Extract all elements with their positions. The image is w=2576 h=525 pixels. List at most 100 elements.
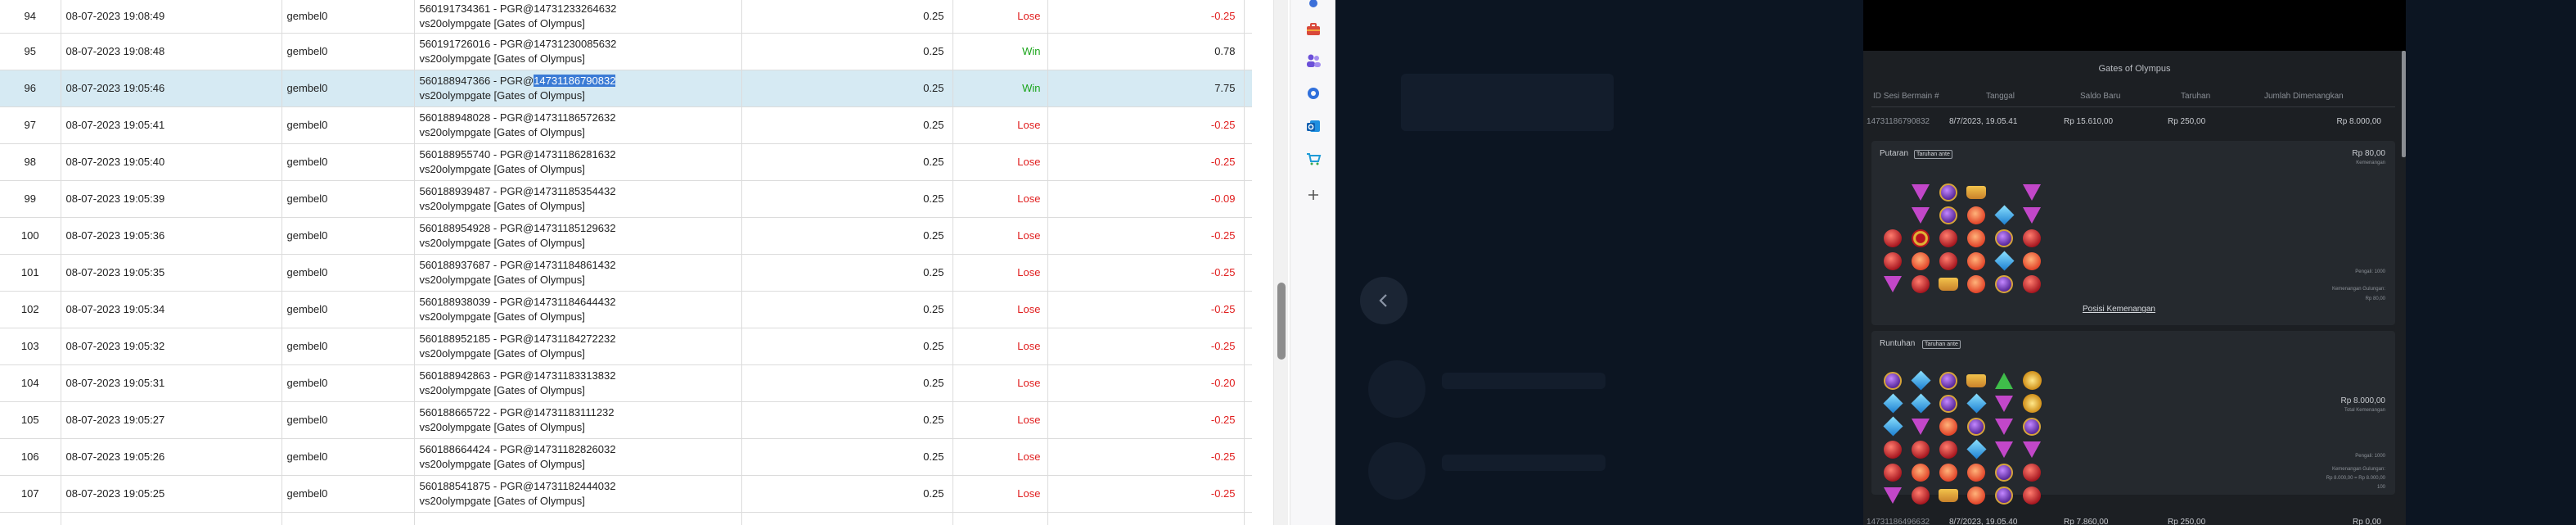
spin-card: Putaran Taruhan ante Rp 80,00 Kemenangan… [1871,141,2395,325]
row-datetime: 08-07-2023 19:05:26 [61,438,282,476]
reel-cell [1993,393,2015,414]
settings-gear-icon[interactable] [1302,82,1325,105]
tumble-multiplier-note: Pengali: 1000 [2355,454,2385,459]
ref-text: 560188938039 - PGR@14731184644432 [419,295,616,308]
table-row[interactable]: 95 08-07-2023 19:08:48 gembel0 560191726016… [0,33,1252,70]
red-gem-icon [1912,440,1930,459]
table-scrollbar[interactable] [1273,0,1288,525]
winning-positions-link[interactable]: Posisi Kemenangan [2083,305,2155,314]
orange-gem-icon [2023,251,2041,270]
outlook-icon[interactable] [1302,115,1325,138]
row-number: 95 [0,33,61,70]
reel-cell [1909,485,1932,505]
row-game: vs20olympgate [Gates of Olympus] [419,236,585,249]
ref-text: 560188954928 - PGR@14731185129632 [419,221,616,234]
row-balance: 0.00 [1244,70,1252,107]
spin-multiplier-note: Pengali: 1000 [2355,269,2385,274]
table-scrollbar-thumb[interactable] [1277,283,1286,360]
red-gem-icon [1884,251,1902,270]
reel-cell [1909,205,1932,225]
spin-reel-grid [1881,182,2048,296]
table-row[interactable]: 105 08-07-2023 19:05:27 gembel0 56018866572… [0,401,1252,439]
table-row[interactable]: 106 08-07-2023 19:05:26 gembel0 56018866442… [0,438,1252,476]
session-id[interactable]: 14731186790832 [1867,117,1930,126]
plus-icon[interactable] [1302,183,1325,206]
red-gem-icon [1912,274,1930,293]
header-date: Tanggal [1986,92,2015,101]
reel-cell [1993,251,2015,271]
table-row[interactable]: 94 08-07-2023 19:08:49 gembel0 560191734361… [0,0,1252,34]
row-number: 105 [0,401,61,439]
purple-triangle-gem-icon [1884,487,1902,504]
reel-cell [1909,228,1932,248]
table-row[interactable]: 101 08-07-2023 19:05:35 gembel0 56018893768… [0,254,1252,292]
reel-cell [1909,274,1932,294]
row-username: gembel0 [281,143,415,181]
row-bet: 0.25 [741,33,953,70]
ref-text: 560188664424 - PGR@14731182826032 [419,442,616,455]
table-row[interactable]: 96 08-07-2023 19:05:46 gembel0 560188947366… [0,70,1252,107]
reel-cell [1881,393,1904,414]
reel-cell [1909,439,1932,459]
blue-diamond-gem-icon [1882,416,1903,437]
toolbox-icon[interactable] [1302,18,1325,41]
next-session-id[interactable]: 14731186496632 [1867,518,1930,525]
reel-cell [1965,251,1988,271]
reel-cell [1909,462,1932,482]
purple-orb-icon [1995,486,2013,505]
selected-text[interactable]: 14731186790832 [534,74,616,87]
bell-icon[interactable] [1302,0,1325,15]
table-row[interactable]: 100 08-07-2023 19:05:36 gembel0 56018895492… [0,217,1252,255]
red-gem-icon [1884,229,1902,247]
row-result: Lose [952,401,1048,439]
row-number: 101 [0,254,61,292]
row-game: vs20olympgate [Gates of Olympus] [419,420,585,433]
purple-orb-icon [1967,417,1985,436]
red-ring-icon [1912,229,1930,247]
tumble-ante-badge: Taruhan ante [1922,340,1961,349]
table-row[interactable]: 99 08-07-2023 19:05:39 gembel0 560188939487… [0,180,1252,218]
row-number: 100 [0,217,61,255]
reel-cell [1937,485,1960,505]
browser-sidebar [1290,0,1335,525]
session-date: 8/7/2023, 19.05.41 [1949,117,2018,126]
row-winloss: -0.25 [1047,328,1245,365]
reel-cell [2020,228,2043,248]
row-balance: 0.00 [1244,254,1252,292]
table-row[interactable]: 102 08-07-2023 19:05:34 gembel0 56018893803… [0,291,1252,328]
table-row[interactable]: 97 08-07-2023 19:05:41 gembel0 560188948028… [0,106,1252,144]
row-balance: 0.00 [1244,143,1252,181]
row-datetime: 08-07-2023 19:05:32 [61,328,282,365]
reel-cell [1965,416,1988,437]
table-row[interactable]: 98 08-07-2023 19:05:40 gembel0 560188955740… [0,143,1252,181]
bet-history-panel: Gates of Olympus ID Sesi Bermain # Tangg… [1863,0,2406,525]
ref-text: 560191726016 - PGR@14731230085632 [419,37,617,50]
row-datetime: 08-07-2023 19:05:41 [61,106,282,144]
gold-coin-icon [2022,371,2042,390]
row-datetime: 08-07-2023 19:05:25 [61,475,282,513]
table-row[interactable]: 560188541178 - PGR@14731182232832 [0,512,1252,525]
purple-orb-icon [1995,229,2013,247]
cart-icon[interactable] [1302,147,1325,170]
session-bet: Rp 250,00 [2168,117,2206,126]
table-row[interactable]: 103 08-07-2023 19:05:32 gembel0 56018895218… [0,328,1252,365]
reel-cell [2020,439,2043,459]
purple-orb-icon [1939,183,1957,201]
reel-cell [1881,485,1904,505]
row-bet: 0.25 [741,143,953,181]
reel-cell [1909,416,1932,437]
table-row[interactable]: 107 08-07-2023 19:05:25 gembel0 56018854187… [0,475,1252,513]
orange-gem-icon [1912,251,1930,270]
background-text [1442,373,1605,389]
purple-triangle-gem-icon [2023,441,2041,458]
session-amount-won: Rp 8.000,00 [2336,117,2382,126]
reel-cell [1937,416,1960,437]
people-icon[interactable] [1302,49,1325,72]
row-username: gembel0 [281,70,415,107]
back-button[interactable] [1360,277,1407,324]
row-result: Win [952,33,1048,70]
row-game: vs20olympgate [Gates of Olympus] [419,199,585,212]
row-winloss: -0.25 [1047,0,1245,34]
table-row[interactable]: 104 08-07-2023 19:05:31 gembel0 56018894286… [0,364,1252,402]
orange-gem-icon [1939,463,1957,482]
